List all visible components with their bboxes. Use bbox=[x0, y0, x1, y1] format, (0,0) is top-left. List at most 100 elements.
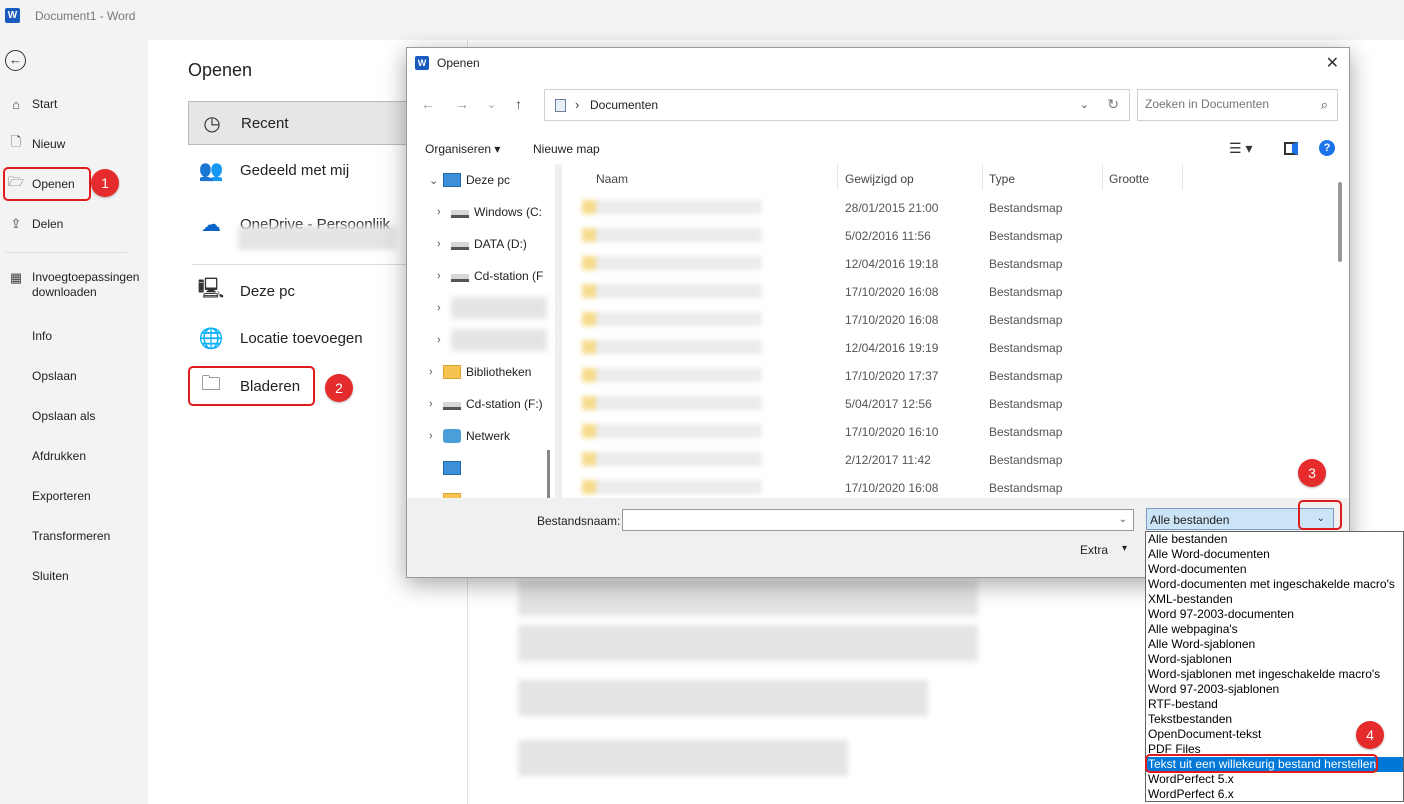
nav-start[interactable]: ⌂ Start bbox=[7, 92, 57, 116]
location-toevoegen[interactable]: 🌐 Locatie toevoegen bbox=[188, 316, 426, 360]
forward-icon[interactable]: → bbox=[455, 96, 469, 112]
tree-item[interactable]: › Bibliotheken bbox=[429, 360, 531, 384]
blurred-file-name bbox=[582, 228, 762, 242]
filetype-option[interactable]: Alle bestanden bbox=[1146, 532, 1403, 547]
tree-item[interactable]: › Windows (C: bbox=[437, 200, 542, 224]
address-bar[interactable]: › Documenten ⌄ ↻ bbox=[544, 89, 1130, 121]
filetype-option[interactable]: Word-sjablonen bbox=[1146, 652, 1403, 667]
nav-afdrukken[interactable]: Afdrukken bbox=[32, 444, 86, 468]
back-icon[interactable]: ← bbox=[421, 96, 435, 112]
chevron-right-icon[interactable]: › bbox=[429, 366, 443, 378]
caret-down-icon[interactable]: ▾ bbox=[1122, 543, 1127, 554]
preview-pane-icon[interactable] bbox=[1284, 142, 1298, 155]
filetype-option[interactable]: Word 97-2003-documenten bbox=[1146, 607, 1403, 622]
column-separator[interactable] bbox=[1182, 164, 1183, 190]
tree-item[interactable] bbox=[429, 488, 466, 498]
nav-opslaan-als[interactable]: Opslaan als bbox=[32, 404, 95, 428]
back-arrow-icon[interactable]: ← bbox=[5, 50, 26, 71]
scrollbar-thumb[interactable] bbox=[1338, 182, 1342, 262]
file-row[interactable]: 5/02/2016 11:56 Bestandsmap bbox=[562, 222, 1332, 250]
file-row[interactable]: 17/10/2020 16:10 Bestandsmap bbox=[562, 418, 1332, 446]
file-row[interactable]: 12/04/2016 19:18 Bestandsmap bbox=[562, 250, 1332, 278]
blurred-file-name bbox=[582, 284, 762, 298]
view-options-icon[interactable]: ☰ ▾ bbox=[1229, 140, 1252, 157]
nav-transformeren[interactable]: Transformeren bbox=[32, 524, 110, 548]
tree-item[interactable]: ⌄ Deze pc bbox=[429, 168, 510, 192]
file-type: Bestandsmap bbox=[989, 453, 1063, 467]
filetype-option[interactable]: Alle Word-documenten bbox=[1146, 547, 1403, 562]
filetype-option[interactable]: Word-documenten met ingeschakelde macro'… bbox=[1146, 577, 1403, 592]
chevron-down-icon[interactable]: ⌄ bbox=[1080, 98, 1089, 111]
column-naam[interactable]: Naam bbox=[596, 172, 628, 186]
file-row[interactable]: 12/04/2016 19:19 Bestandsmap bbox=[562, 334, 1332, 362]
tree-item[interactable] bbox=[429, 456, 466, 480]
tree-item[interactable]: › DATA (D:) bbox=[437, 232, 527, 256]
filetype-option[interactable]: Alle webpagina's bbox=[1146, 622, 1403, 637]
recent-locations-icon[interactable]: ⌄ bbox=[487, 98, 496, 111]
close-icon[interactable]: ✕ bbox=[1326, 53, 1339, 73]
blurred-file-name bbox=[582, 200, 762, 214]
file-row[interactable]: 17/10/2020 16:08 Bestandsmap bbox=[562, 474, 1332, 498]
chevron-right-icon[interactable]: › bbox=[437, 206, 451, 218]
file-row[interactable]: 17/10/2020 16:08 Bestandsmap bbox=[562, 306, 1332, 334]
file-row[interactable]: 2/12/2017 11:42 Bestandsmap bbox=[562, 446, 1332, 474]
nav-info[interactable]: Info bbox=[32, 324, 52, 348]
nav-nieuw[interactable]: 🗋 Nieuw bbox=[7, 132, 66, 156]
nav-exporteren[interactable]: Exporteren bbox=[32, 484, 91, 508]
file-type: Bestandsmap bbox=[989, 229, 1063, 243]
extra-button[interactable]: Extra bbox=[1080, 543, 1108, 557]
filename-input[interactable]: ⌄ bbox=[622, 509, 1134, 531]
filetype-option[interactable]: WordPerfect 6.x bbox=[1146, 787, 1403, 802]
nav-opslaan[interactable]: Opslaan bbox=[32, 364, 77, 388]
chevron-right-icon[interactable]: › bbox=[437, 270, 451, 282]
refresh-icon[interactable]: ↻ bbox=[1107, 96, 1119, 113]
filetype-option[interactable]: Alle Word-sjablonen bbox=[1146, 637, 1403, 652]
chevron-right-icon[interactable]: › bbox=[429, 430, 443, 442]
organize-button[interactable]: Organiseren ▾ bbox=[425, 142, 500, 156]
search-input[interactable] bbox=[1145, 97, 1305, 111]
new-folder-button[interactable]: Nieuwe map bbox=[533, 142, 600, 156]
chevron-right-icon[interactable]: › bbox=[437, 238, 451, 250]
file-row[interactable]: 5/04/2017 12:56 Bestandsmap bbox=[562, 390, 1332, 418]
chevron-right-icon[interactable]: › bbox=[437, 302, 451, 314]
nav-sluiten[interactable]: Sluiten bbox=[32, 564, 69, 588]
chevron-right-icon[interactable]: › bbox=[437, 334, 451, 346]
filetype-option[interactable]: WordPerfect 5.x bbox=[1146, 772, 1403, 787]
chevron-down-icon[interactable]: ⌄ bbox=[1119, 514, 1127, 525]
tree-item[interactable]: › bbox=[437, 328, 547, 352]
location-deze-pc[interactable]: 🖳 Deze pc bbox=[188, 269, 426, 313]
up-icon[interactable]: ↑ bbox=[515, 96, 522, 112]
file-row[interactable]: 17/10/2020 17:37 Bestandsmap bbox=[562, 362, 1332, 390]
title-bar: W Document1 - Word bbox=[0, 0, 1404, 32]
location-recent[interactable]: ◷ Recent bbox=[188, 101, 426, 145]
file-row[interactable]: 28/01/2015 21:00 Bestandsmap bbox=[562, 194, 1332, 222]
filetype-option[interactable]: XML-bestanden bbox=[1146, 592, 1403, 607]
file-type: Bestandsmap bbox=[989, 201, 1063, 215]
column-type[interactable]: Type bbox=[989, 172, 1015, 186]
nav-invoegtoepassingen[interactable]: ▦ Invoegtoepassingen downloaden bbox=[7, 270, 142, 304]
column-separator[interactable] bbox=[1102, 164, 1103, 190]
search-box[interactable]: ⌕ bbox=[1137, 89, 1338, 121]
onedrive-icon: ☁ bbox=[201, 213, 221, 236]
column-gewijzigd[interactable]: Gewijzigd op bbox=[845, 172, 914, 186]
file-row[interactable]: 17/10/2020 16:08 Bestandsmap bbox=[562, 278, 1332, 306]
column-separator[interactable] bbox=[982, 164, 983, 190]
tree-item[interactable]: › Netwerk bbox=[429, 424, 510, 448]
tree-item[interactable]: › Cd-station (F bbox=[437, 264, 543, 288]
chevron-right-icon[interactable]: › bbox=[429, 398, 443, 410]
filetype-option[interactable]: RTF-bestand bbox=[1146, 697, 1403, 712]
chevron-down-icon[interactable]: ⌄ bbox=[429, 174, 443, 187]
tree-item[interactable]: › Cd-station (F:) bbox=[429, 392, 543, 416]
tree-item[interactable]: › bbox=[437, 296, 547, 320]
column-separator[interactable] bbox=[837, 164, 838, 190]
column-grootte[interactable]: Grootte bbox=[1109, 172, 1149, 186]
blurred-file-name bbox=[582, 256, 762, 270]
location-gedeeld[interactable]: 👥 Gedeeld met mij bbox=[188, 148, 426, 192]
filetype-option[interactable]: Word-documenten bbox=[1146, 562, 1403, 577]
help-icon[interactable]: ? bbox=[1319, 140, 1335, 156]
filetype-option[interactable]: Word 97-2003-sjablonen bbox=[1146, 682, 1403, 697]
tree-scrollbar-thumb[interactable] bbox=[547, 450, 550, 498]
file-date: 17/10/2020 16:08 bbox=[845, 481, 939, 495]
filetype-option[interactable]: Word-sjablonen met ingeschakelde macro's bbox=[1146, 667, 1403, 682]
nav-delen[interactable]: ⇪ Delen bbox=[7, 212, 64, 236]
